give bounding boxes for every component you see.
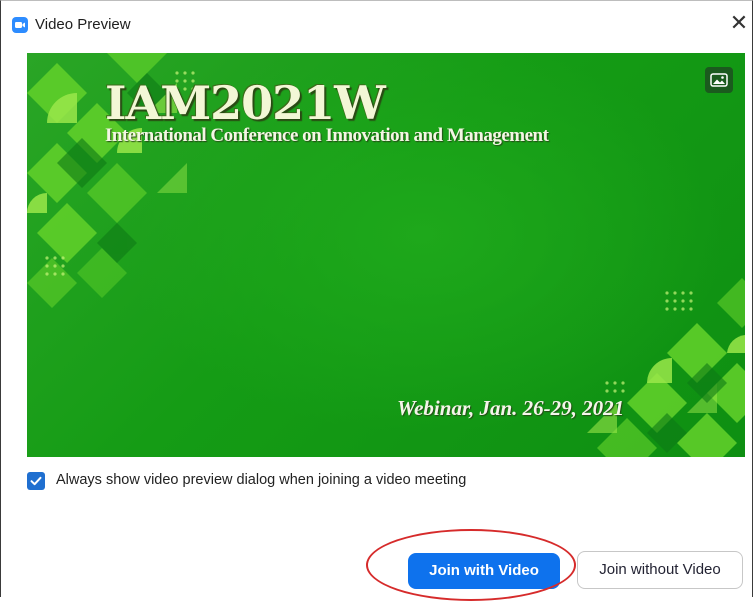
always-show-checkbox[interactable]	[27, 472, 45, 490]
join-with-video-button[interactable]: Join with Video	[408, 553, 560, 589]
close-icon[interactable]: ✕	[728, 12, 750, 36]
image-icon[interactable]	[705, 67, 733, 93]
zoom-camera-icon	[12, 17, 28, 33]
conference-subtitle: International Conference on Innovation a…	[105, 125, 549, 146]
video-preview-area: IAM2021W International Conference on Inn…	[27, 53, 745, 457]
video-preview-dialog: Video Preview ✕ IAM2021W International C…	[0, 0, 753, 597]
always-show-label[interactable]: Always show video preview dialog when jo…	[56, 472, 466, 488]
title-bar: Video Preview ✕	[1, 1, 752, 37]
join-without-video-button[interactable]: Join without Video	[577, 551, 743, 589]
conference-date: Webinar, Jan. 26-29, 2021	[397, 396, 625, 420]
window-title: Video Preview	[35, 16, 131, 33]
conference-title: IAM2021W	[105, 76, 386, 130]
